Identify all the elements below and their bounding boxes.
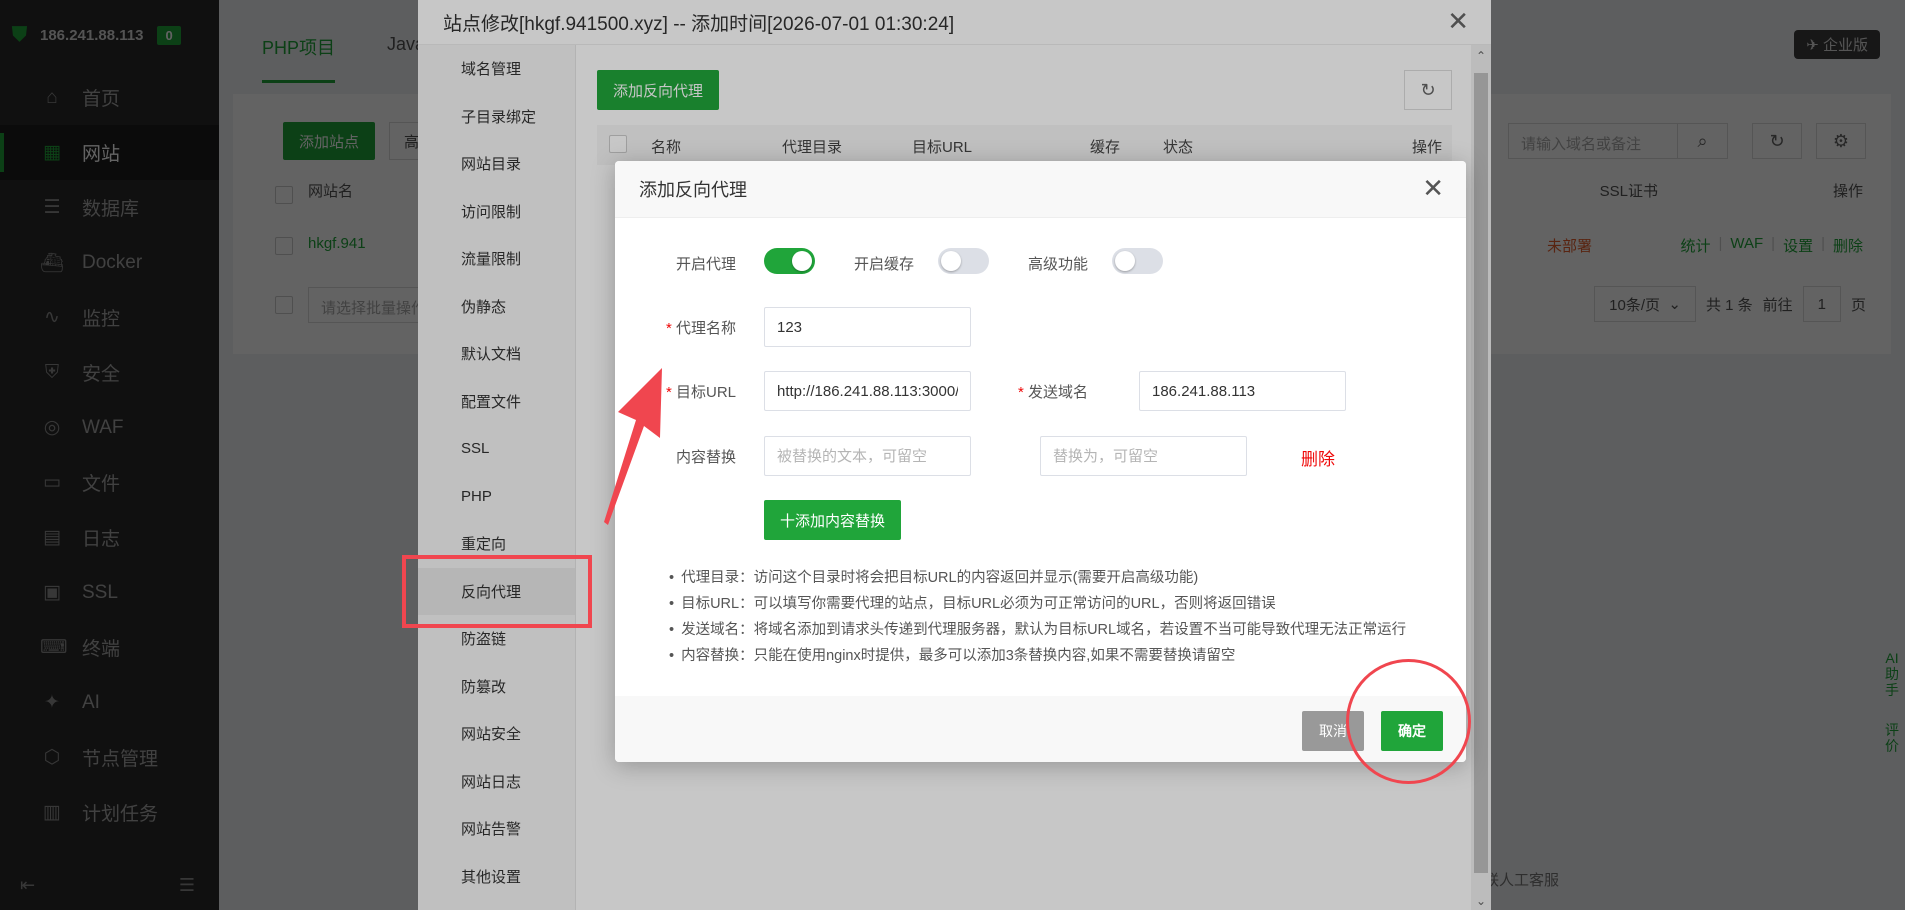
add-proxy-dialog: 添加反向代理 ✕ 开启代理 开启缓存 高级功能 代理名称 目标URL 发送域名 … [615,161,1466,762]
tip-item: 内容替换：只能在使用nginx时提供，最多可以添加3条替换内容,如果不需要替换请… [669,643,1456,669]
delete-replace-link[interactable]: 删除 [1301,445,1335,470]
proxy-name-label: 代理名称 [645,317,736,338]
dialog-footer: 取消 确定 [615,696,1466,762]
advanced-toggle[interactable] [1112,248,1163,274]
add-replace-button[interactable]: 十添加内容替换 [764,500,901,540]
target-url-input[interactable] [764,371,971,411]
tips-list: 代理目录：访问这个目录时将会把目标URL的内容返回并显示(需要开启高级功能) 目… [669,565,1456,669]
highlight-box-annotation [402,555,592,628]
send-domain-label: 发送域名 [995,381,1088,402]
dialog-close-icon[interactable]: ✕ [1422,175,1444,201]
advanced-label: 高级功能 [1027,256,1088,273]
enable-cache-toggle[interactable] [938,248,989,274]
enable-proxy-toggle[interactable] [764,248,815,274]
send-domain-input[interactable] [1139,371,1346,411]
highlight-circle-annotation [1346,659,1471,784]
dialog-title: 添加反向代理 [615,161,1466,218]
tip-item: 目标URL：可以填写你需要代理的站点，目标URL必须为可正常访问的URL，否则将… [669,591,1456,617]
tip-item: 代理目录：访问这个目录时将会把目标URL的内容返回并显示(需要开启高级功能) [669,565,1456,591]
tip-item: 发送域名：将域名添加到请求头传递到代理服务器，默认为目标URL域名，若设置不当可… [669,617,1456,643]
enable-proxy-label: 开启代理 [675,256,736,273]
replace-to-input[interactable] [1040,436,1247,476]
proxy-name-input[interactable] [764,307,971,347]
enable-cache-label: 开启缓存 [853,256,914,273]
replace-from-input[interactable] [764,436,971,476]
arrow-annotation-icon [604,368,662,525]
